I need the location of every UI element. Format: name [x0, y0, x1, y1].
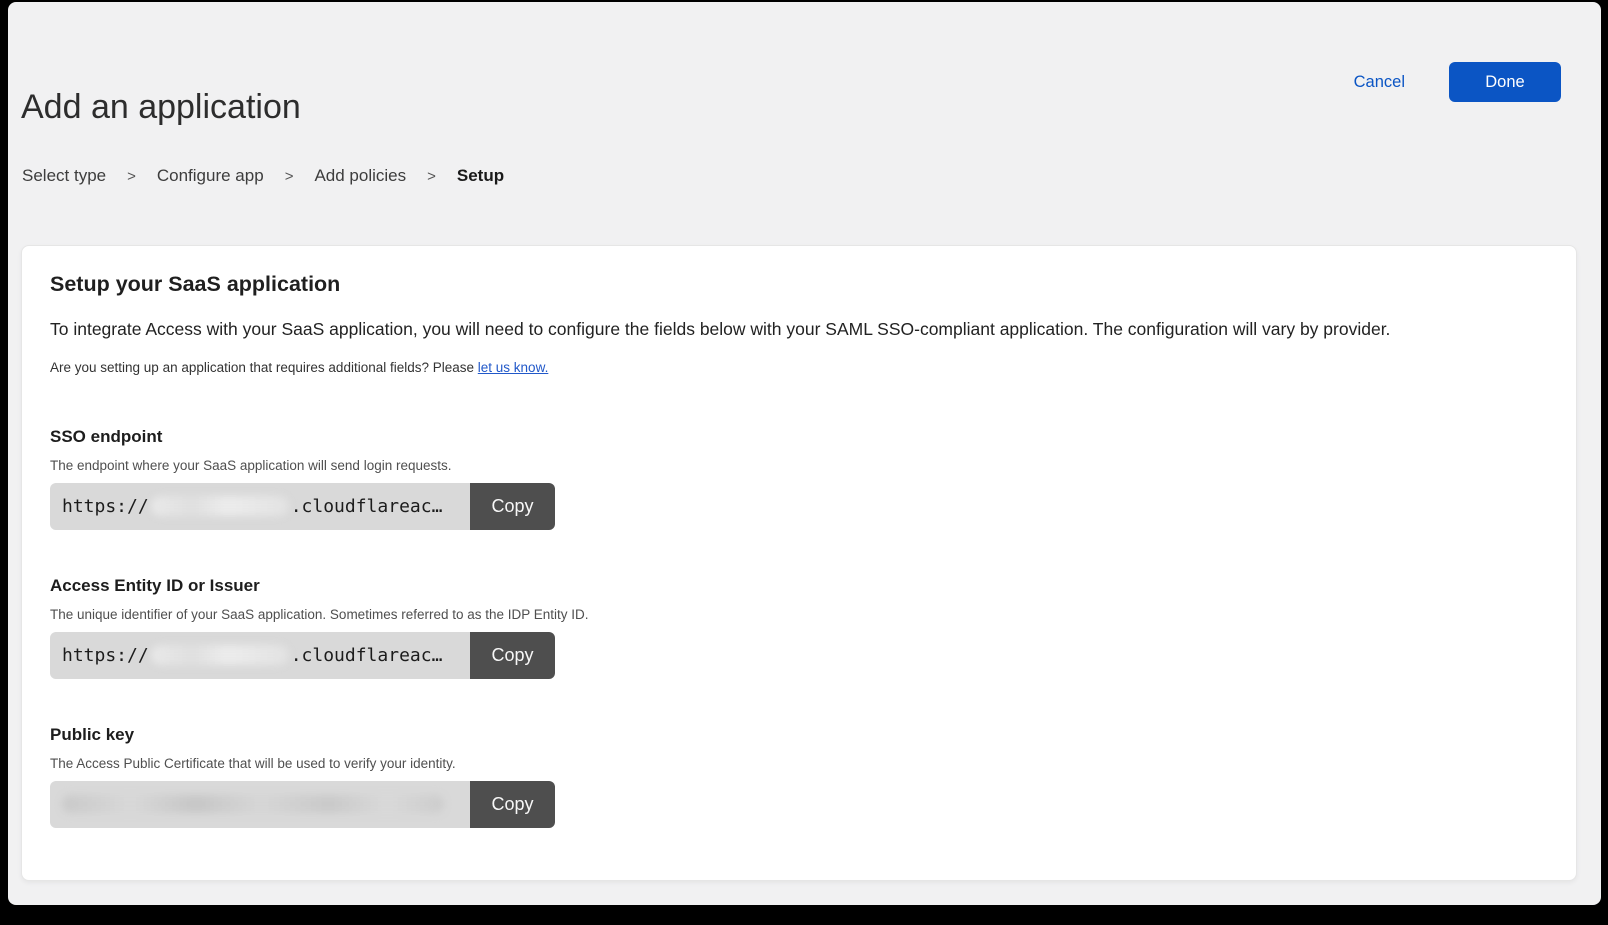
- entity-id-copy-button[interactable]: Copy: [470, 632, 555, 679]
- public-key-field: Copy: [50, 781, 555, 828]
- breadcrumb-separator: >: [427, 168, 436, 185]
- sso-endpoint-field: https:// .cloudflareac… Copy: [50, 483, 555, 530]
- breadcrumb-step-select-type[interactable]: Select type: [22, 166, 106, 186]
- header-actions: Cancel Done: [1354, 62, 1561, 102]
- redacted-blur: [62, 795, 444, 813]
- entity-id-section: Access Entity ID or Issuer The unique id…: [50, 576, 1548, 679]
- public-key-section: Public key The Access Public Certificate…: [50, 725, 1548, 828]
- redacted-blur: [151, 496, 289, 516]
- breadcrumb-step-add-policies[interactable]: Add policies: [314, 166, 406, 186]
- breadcrumb-step-setup: Setup: [457, 166, 504, 186]
- url-suffix: .cloudflareac…: [291, 645, 443, 666]
- card-note: Are you setting up an application that r…: [50, 360, 1548, 375]
- done-button[interactable]: Done: [1449, 62, 1561, 102]
- card-note-text: Are you setting up an application that r…: [50, 360, 478, 375]
- redacted-blur: [151, 645, 289, 665]
- entity-id-field: https:// .cloudflareac… Copy: [50, 632, 555, 679]
- sso-endpoint-label: SSO endpoint: [50, 427, 1548, 447]
- entity-id-value: https:// .cloudflareac…: [50, 632, 470, 679]
- public-key-label: Public key: [50, 725, 1548, 745]
- public-key-copy-button[interactable]: Copy: [470, 781, 555, 828]
- cancel-button[interactable]: Cancel: [1354, 62, 1405, 102]
- public-key-description: The Access Public Certificate that will …: [50, 756, 1548, 771]
- url-prefix: https://: [62, 645, 149, 666]
- sso-endpoint-section: SSO endpoint The endpoint where your Saa…: [50, 427, 1548, 530]
- card-intro-text: To integrate Access with your SaaS appli…: [50, 319, 1548, 341]
- breadcrumb-separator: >: [285, 168, 294, 185]
- let-us-know-link[interactable]: let us know.: [478, 360, 549, 375]
- page: Add an application Cancel Done Select ty…: [8, 2, 1601, 905]
- url-suffix: .cloudflareac…: [291, 496, 443, 517]
- public-key-value: [50, 781, 470, 828]
- breadcrumb: Select type > Configure app > Add polici…: [22, 166, 504, 186]
- setup-card: Setup your SaaS application To integrate…: [21, 245, 1577, 881]
- breadcrumb-step-configure-app[interactable]: Configure app: [157, 166, 264, 186]
- breadcrumb-separator: >: [127, 168, 136, 185]
- url-prefix: https://: [62, 496, 149, 517]
- card-title: Setup your SaaS application: [50, 272, 1548, 297]
- entity-id-label: Access Entity ID or Issuer: [50, 576, 1548, 596]
- page-title: Add an application: [21, 89, 301, 126]
- sso-endpoint-value: https:// .cloudflareac…: [50, 483, 470, 530]
- sso-endpoint-description: The endpoint where your SaaS application…: [50, 458, 1548, 473]
- entity-id-description: The unique identifier of your SaaS appli…: [50, 607, 1548, 622]
- sso-endpoint-copy-button[interactable]: Copy: [470, 483, 555, 530]
